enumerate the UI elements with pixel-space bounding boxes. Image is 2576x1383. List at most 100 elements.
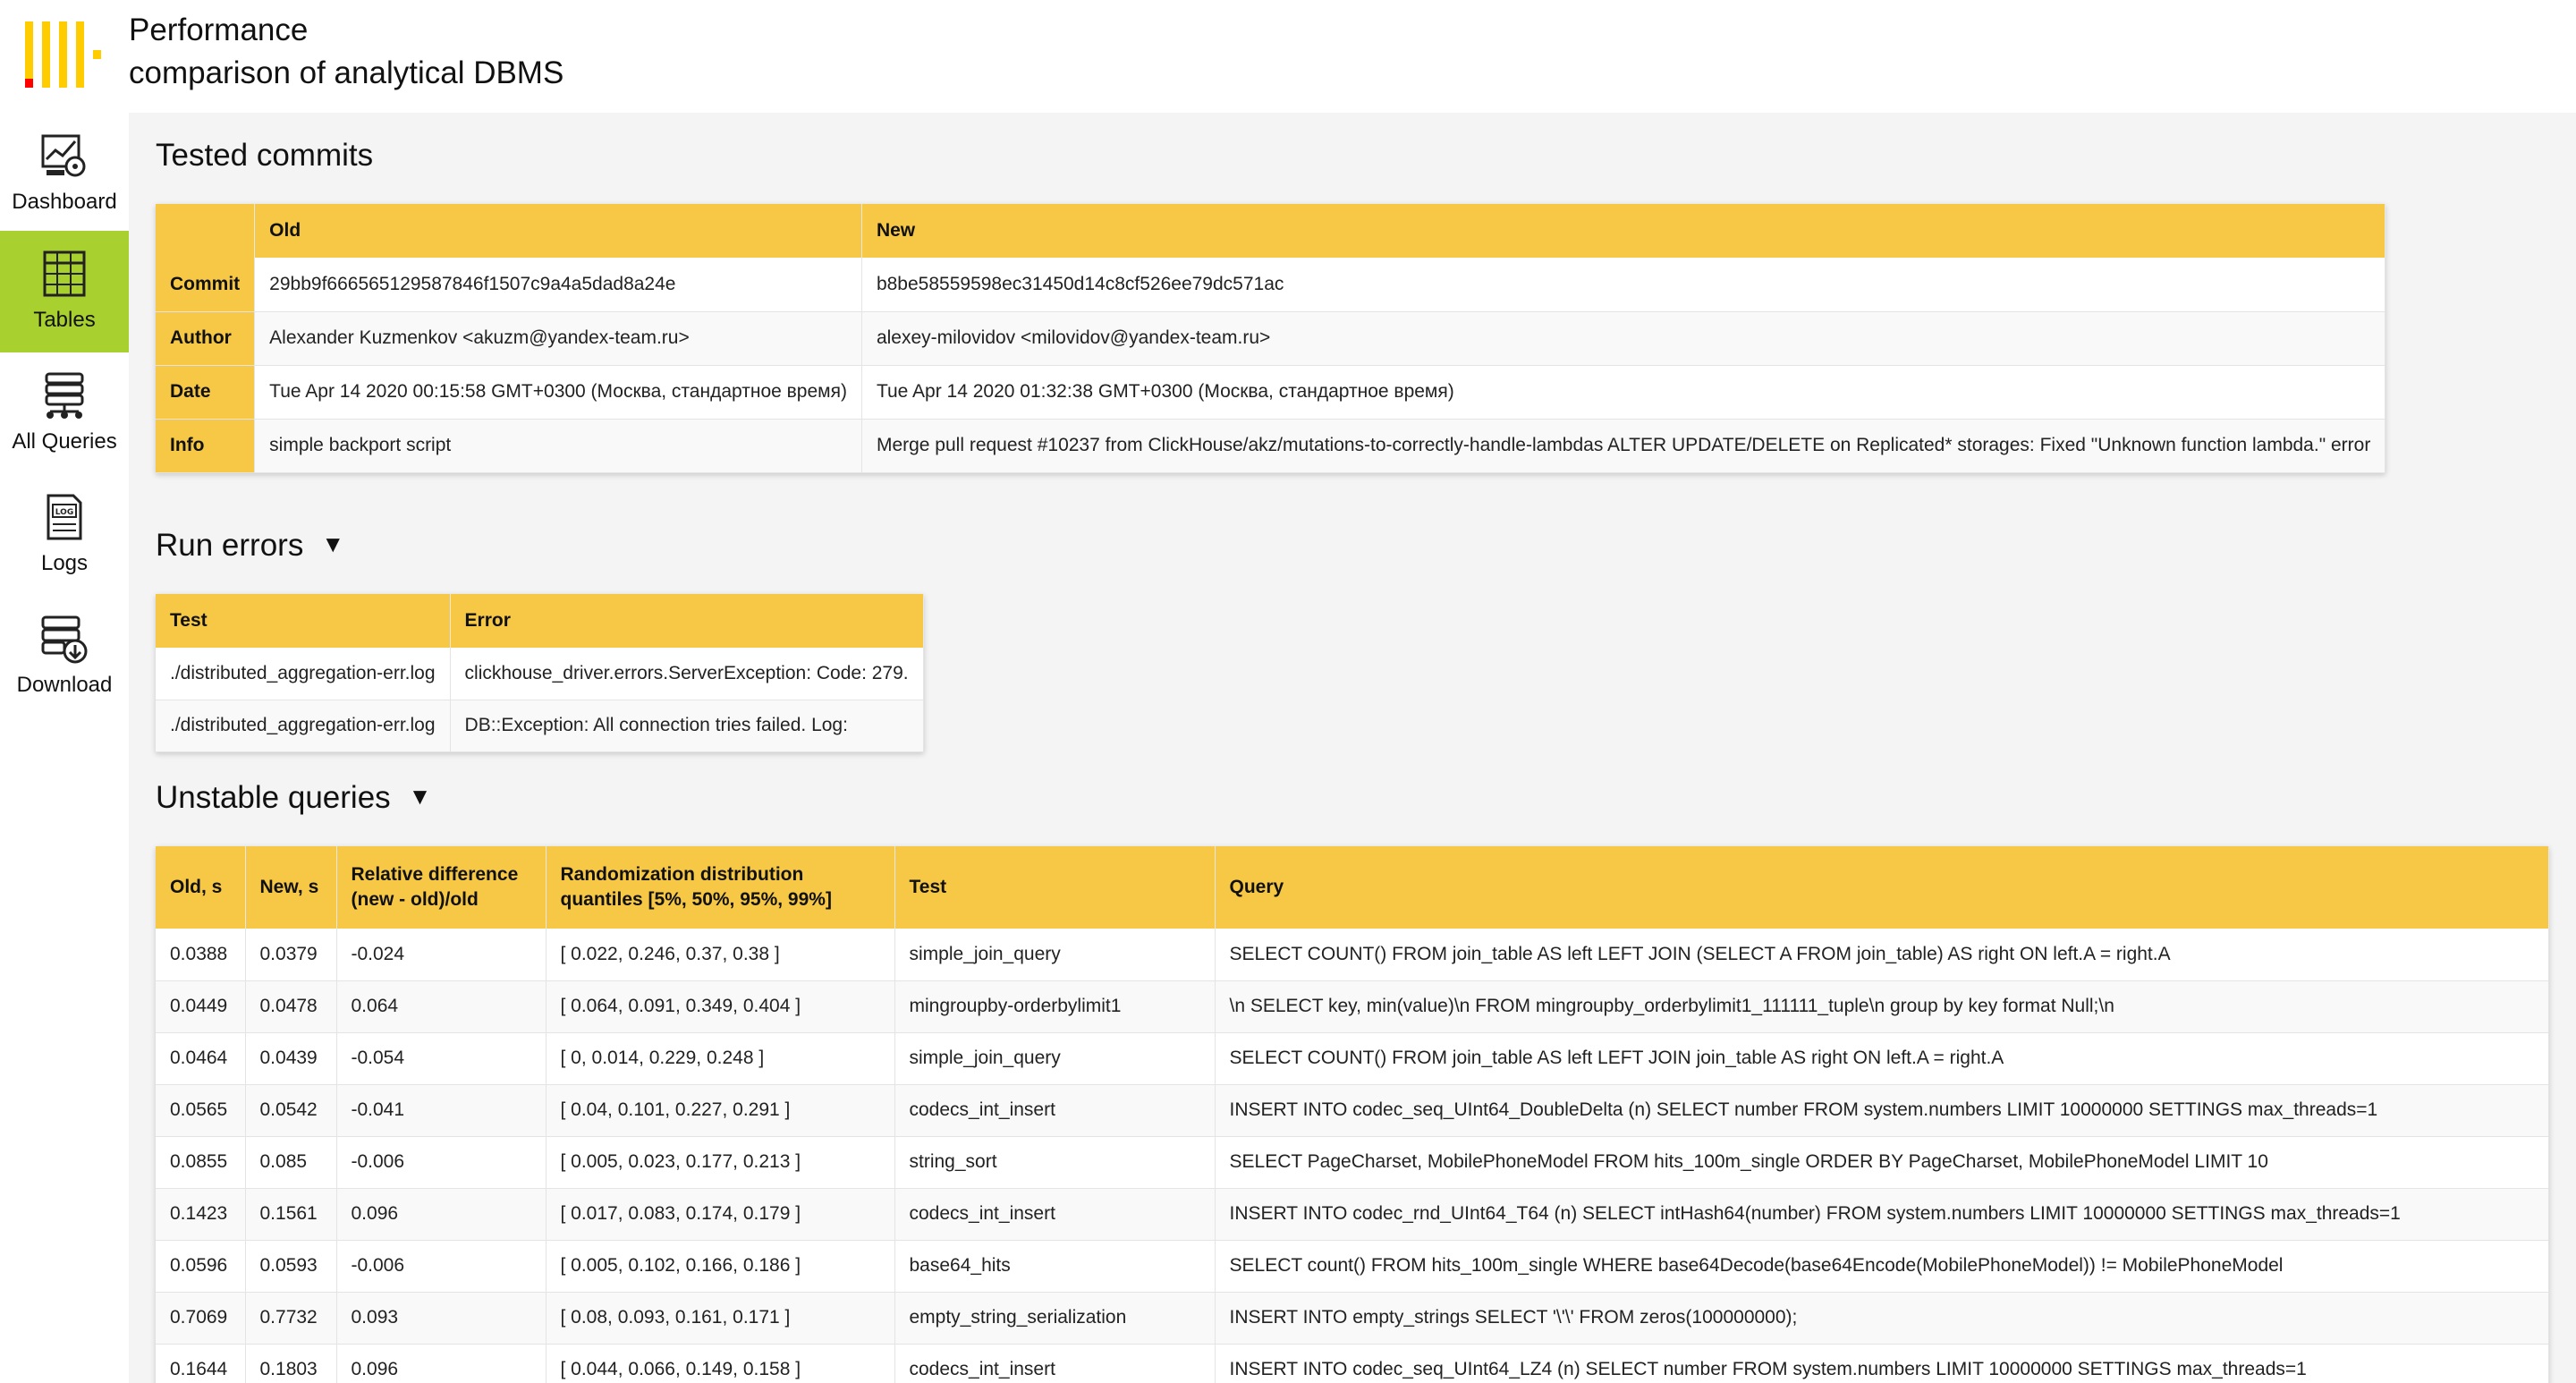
table-row: Author Alexander Kuzmenkov <akuzm@yandex-… bbox=[156, 311, 2386, 366]
old-value: 29bb9f666565129587846f1507c9a4a5dad8a24e bbox=[254, 258, 862, 312]
quantiles-cell: [ 0, 0.014, 0.229, 0.248 ] bbox=[546, 1032, 895, 1085]
sidebar-item-all-queries[interactable]: All Queries bbox=[0, 352, 129, 474]
quantiles-cell: [ 0.044, 0.066, 0.149, 0.158 ] bbox=[546, 1344, 895, 1383]
column-header: Test bbox=[894, 846, 1216, 929]
svg-text:LOG: LOG bbox=[55, 508, 73, 517]
run-errors-title: Run errors bbox=[156, 528, 304, 563]
query-cell: SELECT COUNT() FROM join_table AS left L… bbox=[1215, 1032, 2549, 1085]
table-row: Commit 29bb9f666565129587846f1507c9a4a5da… bbox=[156, 258, 2386, 312]
row-label: Info bbox=[156, 419, 256, 473]
collapse-caret-icon[interactable]: ▼ bbox=[321, 530, 344, 558]
quantiles-cell: [ 0.064, 0.091, 0.349, 0.404 ] bbox=[546, 980, 895, 1033]
test-cell: string_sort bbox=[894, 1136, 1216, 1189]
collapse-caret-icon[interactable]: ▼ bbox=[409, 783, 432, 810]
table-header-row: Old New bbox=[156, 204, 2386, 258]
old-time-cell: 0.1644 bbox=[156, 1344, 246, 1383]
relative-diff-cell: 0.096 bbox=[336, 1188, 547, 1241]
unstable-queries-table: Old, s New, s Relative difference (new -… bbox=[156, 846, 2549, 1383]
test-cell: mingroupby-orderbylimit1 bbox=[894, 980, 1216, 1033]
app-title-line2: comparison of analytical DBMS bbox=[129, 55, 564, 90]
relative-diff-cell: -0.006 bbox=[336, 1136, 547, 1189]
sidebar-item-label: Dashboard bbox=[12, 190, 117, 214]
run-errors-table: Test Error ./distributed_aggregation-err… bbox=[156, 594, 924, 752]
relative-diff-cell: 0.096 bbox=[336, 1344, 547, 1383]
table-row: ./distributed_aggregation-err.log DB::Exc… bbox=[156, 700, 924, 752]
sidebar-item-dashboard[interactable]: Dashboard bbox=[0, 113, 129, 234]
column-header: Query bbox=[1215, 846, 2549, 929]
sidebar-item-tables[interactable]: Tables bbox=[0, 231, 129, 352]
column-header: Error bbox=[450, 594, 924, 648]
old-time-cell: 0.0449 bbox=[156, 980, 246, 1033]
quantiles-cell: [ 0.005, 0.102, 0.166, 0.186 ] bbox=[546, 1240, 895, 1293]
old-time-cell: 0.1423 bbox=[156, 1188, 246, 1241]
column-header: Randomization distribution quantiles [5%… bbox=[546, 846, 895, 929]
sidebar-item-label: Logs bbox=[40, 551, 89, 575]
new-time-cell: 0.1561 bbox=[245, 1188, 337, 1241]
sidebar-item-label: Download bbox=[16, 673, 113, 697]
queries-icon bbox=[45, 372, 84, 419]
relative-diff-cell: -0.024 bbox=[336, 929, 547, 981]
new-time-cell: 0.0439 bbox=[245, 1032, 337, 1085]
table-row: 0.0449 0.0478 0.064[ 0.064, 0.091, 0.349, … bbox=[156, 980, 2549, 1033]
table-row: 0.0565 0.0542 -0.041[ 0.04, 0.101, 0.227, … bbox=[156, 1084, 2549, 1137]
test-cell: simple_join_query bbox=[894, 929, 1216, 981]
sidebar-item-download[interactable]: Download bbox=[0, 596, 129, 717]
old-time-cell: 0.0464 bbox=[156, 1032, 246, 1085]
old-time-cell: 0.0565 bbox=[156, 1084, 246, 1137]
table-row: 0.0388 0.0379 -0.024[ 0.022, 0.246, 0.37, … bbox=[156, 929, 2549, 981]
relative-diff-cell: -0.006 bbox=[336, 1240, 547, 1293]
quantiles-cell: [ 0.022, 0.246, 0.37, 0.38 ] bbox=[546, 929, 895, 981]
query-cell: SELECT PageCharset, MobilePhoneModel FRO… bbox=[1215, 1136, 2549, 1189]
relative-diff-cell: 0.064 bbox=[336, 980, 547, 1033]
download-icon bbox=[41, 615, 88, 664]
table-header-row: Test Error bbox=[156, 594, 924, 648]
test-cell: codecs_int_insert bbox=[894, 1188, 1216, 1241]
row-label: Commit bbox=[156, 258, 256, 312]
old-time-cell: 0.7069 bbox=[156, 1292, 246, 1345]
table-row: 0.0596 0.0593 -0.006[ 0.005, 0.102, 0.166,… bbox=[156, 1240, 2549, 1293]
quantiles-cell: [ 0.04, 0.101, 0.227, 0.291 ] bbox=[546, 1084, 895, 1137]
new-time-cell: 0.0379 bbox=[245, 929, 337, 981]
table-row: 0.7069 0.7732 0.093[ 0.08, 0.093, 0.161, 0… bbox=[156, 1292, 2549, 1345]
query-cell: INSERT INTO codec_seq_UInt64_LZ4 (n) SEL… bbox=[1215, 1344, 2549, 1383]
test-cell: ./distributed_aggregation-err.log bbox=[156, 700, 451, 752]
table-row: 0.1644 0.1803 0.096[ 0.044, 0.066, 0.149, … bbox=[156, 1344, 2549, 1383]
clickhouse-logo bbox=[25, 21, 104, 88]
test-cell: simple_join_query bbox=[894, 1032, 1216, 1085]
table-row: ./distributed_aggregation-err.log clickho… bbox=[156, 648, 924, 700]
table-header-row: Old, s New, s Relative difference (new -… bbox=[156, 846, 2549, 929]
new-time-cell: 0.7732 bbox=[245, 1292, 337, 1345]
relative-diff-cell: 0.093 bbox=[336, 1292, 547, 1345]
column-header: Old bbox=[254, 204, 862, 258]
error-cell: clickhouse_driver.errors.ServerException… bbox=[450, 648, 924, 700]
new-time-cell: 0.0593 bbox=[245, 1240, 337, 1293]
old-time-cell: 0.0388 bbox=[156, 929, 246, 981]
dashboard-icon bbox=[41, 134, 86, 177]
column-header: Relative difference (new - old)/old bbox=[336, 846, 547, 929]
query-cell: INSERT INTO codec_rnd_UInt64_T64 (n) SEL… bbox=[1215, 1188, 2549, 1241]
test-cell: codecs_int_insert bbox=[894, 1344, 1216, 1383]
table-row: 0.0464 0.0439 -0.054[ 0, 0.014, 0.229, 0.2… bbox=[156, 1032, 2549, 1085]
run-errors-heading: Run errors ▼ bbox=[156, 528, 344, 564]
column-header bbox=[156, 204, 256, 258]
sidebar-item-label: All Queries bbox=[12, 429, 117, 454]
old-value: Alexander Kuzmenkov <akuzm@yandex-team.r… bbox=[254, 311, 862, 366]
tested-commits-title: Tested commits bbox=[156, 138, 374, 173]
new-time-cell: 0.1803 bbox=[245, 1344, 337, 1383]
test-cell: codecs_int_insert bbox=[894, 1084, 1216, 1137]
test-cell: ./distributed_aggregation-err.log bbox=[156, 648, 451, 700]
sidebar: Dashboard Tables All Queries LOG Logs Do… bbox=[0, 113, 129, 1383]
new-time-cell: 0.0478 bbox=[245, 980, 337, 1033]
table-row: 0.0855 0.085 -0.006[ 0.005, 0.023, 0.177, … bbox=[156, 1136, 2549, 1189]
query-cell: INSERT INTO codec_seq_UInt64_DoubleDelta… bbox=[1215, 1084, 2549, 1137]
new-value: alexey-milovidov <milovidov@yandex-team.… bbox=[861, 311, 2386, 366]
query-cell: INSERT INTO empty_strings SELECT '\'\' F… bbox=[1215, 1292, 2549, 1345]
unstable-queries-title: Unstable queries bbox=[156, 780, 391, 815]
old-time-cell: 0.0596 bbox=[156, 1240, 246, 1293]
table-row: Info simple backport script Merge pull req… bbox=[156, 419, 2386, 473]
new-time-cell: 0.0542 bbox=[245, 1084, 337, 1137]
app-title: Performance comparison of analytical DBM… bbox=[129, 9, 564, 95]
column-header: New bbox=[861, 204, 2386, 258]
sidebar-item-logs[interactable]: LOG Logs bbox=[0, 474, 129, 596]
test-cell: empty_string_serialization bbox=[894, 1292, 1216, 1345]
